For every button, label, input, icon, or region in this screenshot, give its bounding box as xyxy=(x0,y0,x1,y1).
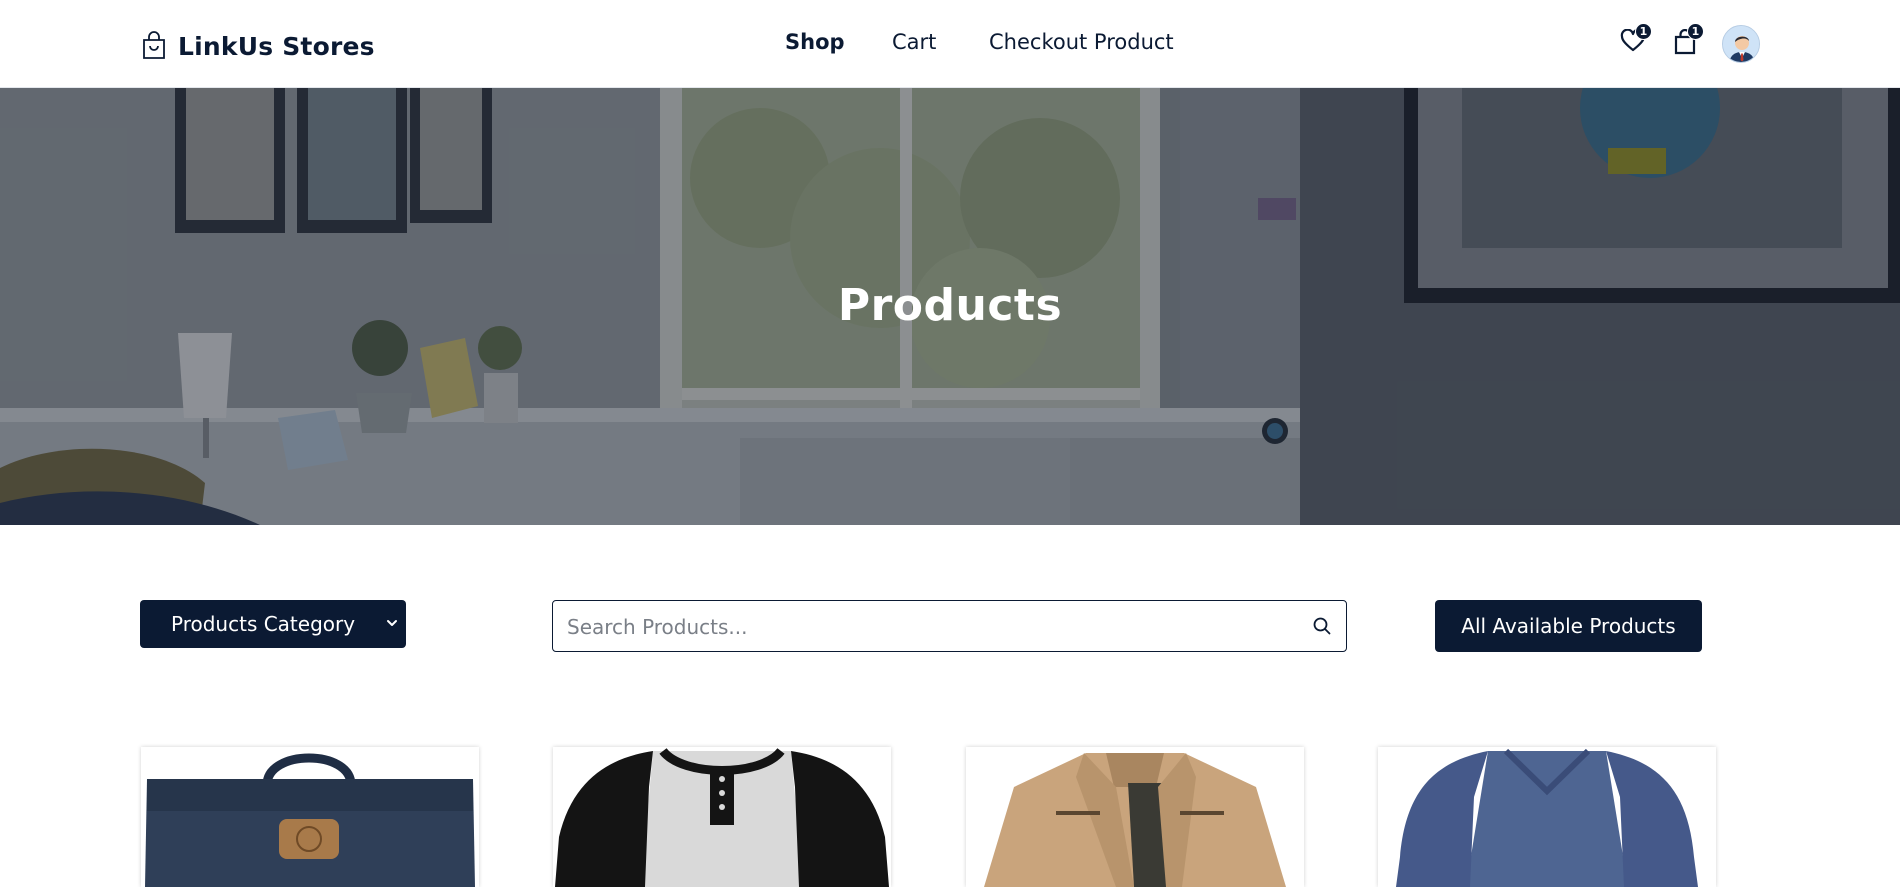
product-image-henley-shirt xyxy=(553,747,891,887)
site-header: LinkUs Stores Shop Cart Checkout Product… xyxy=(0,0,1900,88)
category-select-label: Products Category xyxy=(171,612,356,636)
product-card-vneck-longsleeve[interactable] xyxy=(1378,747,1716,887)
product-image-khaki-jacket xyxy=(966,747,1304,887)
product-card-henley-shirt[interactable] xyxy=(553,747,891,887)
nav-shop[interactable]: Shop xyxy=(785,30,845,54)
hero-banner: Products xyxy=(0,88,1900,525)
product-image-backpack xyxy=(141,747,479,887)
nav-checkout-product[interactable]: Checkout Product xyxy=(989,30,1174,54)
cart-count-badge: 1 xyxy=(1687,23,1704,40)
search-icon[interactable] xyxy=(1312,616,1332,636)
search-input[interactable] xyxy=(565,601,1289,652)
product-image-vneck-longsleeve xyxy=(1378,747,1716,887)
product-card-khaki-jacket[interactable] xyxy=(966,747,1304,887)
wishlist-button[interactable]: 1 xyxy=(1617,23,1652,58)
product-card-backpack[interactable] xyxy=(141,747,479,887)
hero-title: Products xyxy=(837,280,1063,331)
wishlist-count-badge: 1 xyxy=(1635,23,1652,40)
search-box xyxy=(552,600,1347,652)
all-available-products-button[interactable]: All Available Products xyxy=(1435,600,1702,652)
main-nav: Shop Cart Checkout Product xyxy=(0,30,1900,64)
user-avatar-icon[interactable] xyxy=(1722,25,1760,63)
cart-button[interactable]: 1 xyxy=(1669,23,1704,58)
chevron-down-icon xyxy=(387,620,397,626)
nav-cart[interactable]: Cart xyxy=(892,30,936,54)
products-category-select[interactable]: Products Category xyxy=(140,600,406,648)
